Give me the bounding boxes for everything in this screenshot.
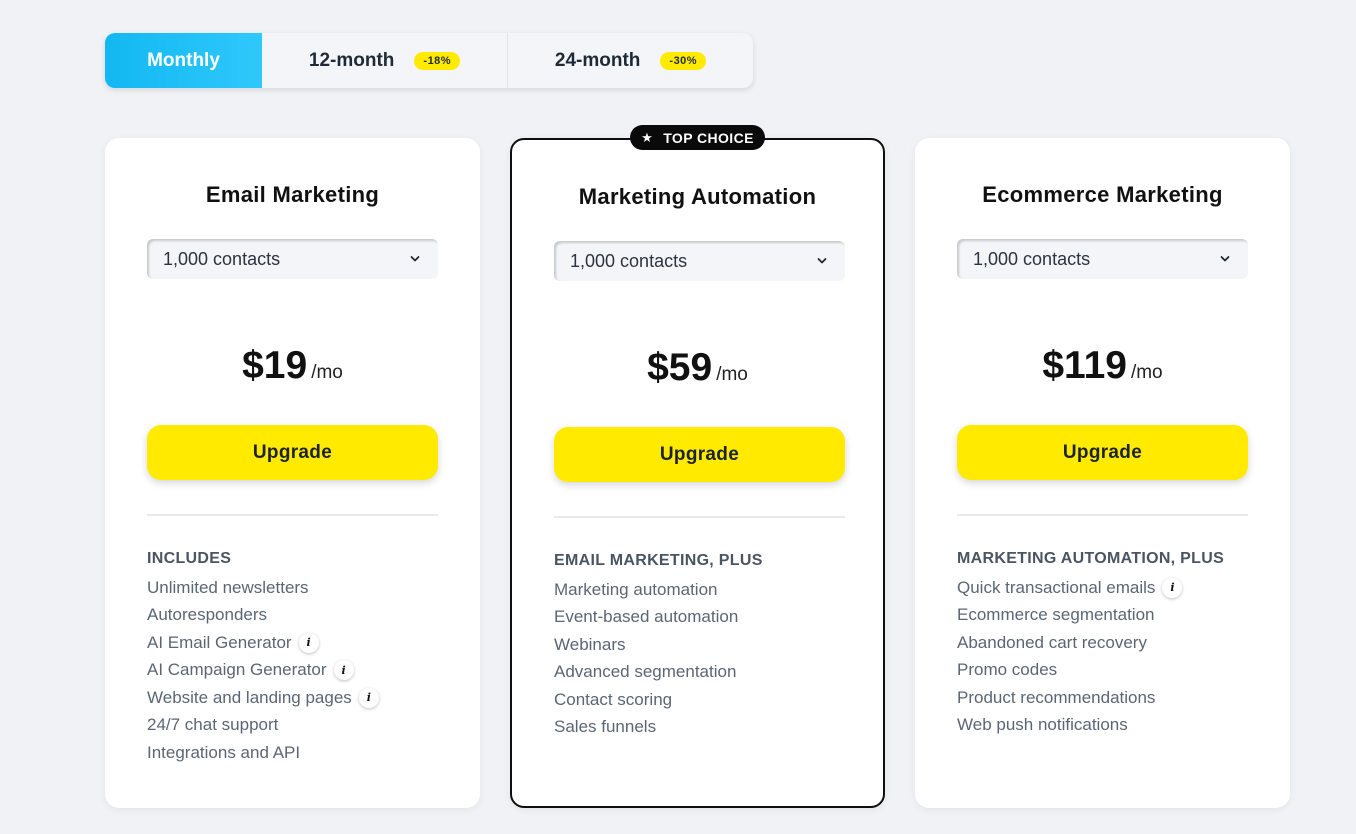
feature-item: Product recommendations bbox=[957, 684, 1182, 712]
feature-item: Ecommerce segmentation bbox=[957, 602, 1182, 630]
price-amount: $119 bbox=[1042, 344, 1127, 387]
billing-option-label: 24-month bbox=[554, 49, 641, 71]
feature-label: AI Email Generator bbox=[147, 632, 292, 652]
feature-label: Autoresponders bbox=[147, 605, 268, 625]
billing-option-12-month[interactable]: 12-month -18% bbox=[262, 33, 508, 88]
feature-label: Ecommerce segmentation bbox=[957, 605, 1155, 625]
features-heading: EMAIL MARKETING, PLUS bbox=[554, 552, 763, 569]
feature-label: Contact scoring bbox=[554, 689, 673, 709]
features-heading: MARKETING AUTOMATION, PLUS bbox=[957, 550, 1225, 567]
contacts-select[interactable]: 1,000 contacts bbox=[554, 241, 845, 281]
contacts-select-value: 1,000 contacts bbox=[570, 250, 688, 271]
feature-label: Abandoned cart recovery bbox=[957, 632, 1147, 652]
contacts-select-value: 1,000 contacts bbox=[973, 248, 1091, 269]
plan-title: Marketing Automation bbox=[578, 184, 817, 209]
plan-title: Ecommerce Marketing bbox=[982, 182, 1223, 207]
plan-card-marketing-automation: Marketing Automation 1,000 contacts $59/… bbox=[510, 138, 885, 808]
plan-price: $59/mo bbox=[512, 346, 883, 390]
features-heading: INCLUDES bbox=[147, 550, 232, 567]
info-icon[interactable]: i bbox=[1162, 577, 1183, 598]
feature-label: Product recommendations bbox=[957, 687, 1156, 707]
feature-item: Promo codes bbox=[957, 657, 1182, 685]
feature-item: Quick transactional emails i bbox=[957, 574, 1183, 602]
price-period: /mo bbox=[311, 362, 343, 383]
feature-item: Marketing automation bbox=[554, 576, 738, 604]
billing-option-label: Monthly bbox=[147, 49, 220, 71]
feature-list: Unlimited newsletters Autoresponders AI … bbox=[147, 574, 379, 767]
info-icon[interactable]: i bbox=[298, 632, 319, 653]
price-period: /mo bbox=[716, 364, 748, 385]
feature-label: Website and landing pages bbox=[147, 687, 352, 707]
feature-item: Website and landing pages i bbox=[147, 684, 379, 712]
info-icon[interactable]: i bbox=[358, 687, 379, 708]
feature-item: AI Campaign Generator i bbox=[147, 657, 379, 685]
feature-label: 24/7 chat support bbox=[147, 715, 279, 735]
feature-label: Marketing automation bbox=[554, 579, 718, 599]
price-amount: $59 bbox=[647, 346, 713, 389]
contacts-select[interactable]: 1,000 contacts bbox=[147, 239, 438, 279]
upgrade-button[interactable]: Upgrade bbox=[957, 425, 1248, 480]
plan-card-email-marketing: Email Marketing 1,000 contacts $19/mo Up… bbox=[105, 138, 480, 808]
feature-label: Event-based automation bbox=[554, 607, 739, 627]
plan-card-ecommerce-marketing: Ecommerce Marketing 1,000 contacts $119/… bbox=[915, 138, 1290, 808]
plan-price: $19/mo bbox=[105, 344, 480, 388]
feature-item: Advanced segmentation bbox=[554, 659, 738, 687]
billing-period-toggle: Monthly 12-month -18% 24-month -30% bbox=[105, 33, 753, 88]
feature-label: Advanced segmentation bbox=[554, 662, 737, 682]
divider bbox=[957, 514, 1248, 516]
feature-item: Sales funnels bbox=[554, 714, 738, 742]
divider bbox=[554, 516, 845, 518]
feature-list: Quick transactional emails i Ecommerce se… bbox=[957, 574, 1183, 740]
price-period: /mo bbox=[1130, 362, 1163, 383]
chevron-down-icon bbox=[817, 258, 827, 264]
feature-label: Promo codes bbox=[957, 660, 1058, 680]
plan-title: Email Marketing bbox=[205, 182, 380, 207]
upgrade-button[interactable]: Upgrade bbox=[147, 425, 438, 480]
billing-option-monthly[interactable]: Monthly bbox=[105, 33, 262, 88]
feature-item: Contact scoring bbox=[554, 686, 738, 714]
feature-item: 24/7 chat support bbox=[147, 712, 379, 740]
discount-badge: -30% bbox=[660, 51, 707, 70]
billing-option-label: 12-month bbox=[308, 49, 395, 71]
upgrade-button[interactable]: Upgrade bbox=[554, 427, 845, 482]
discount-badge: -18% bbox=[414, 51, 461, 70]
feature-label: Integrations and API bbox=[147, 742, 301, 762]
feature-list: Marketing automation Event-based automat… bbox=[554, 576, 738, 741]
feature-label: Sales funnels bbox=[554, 717, 657, 737]
billing-option-24-month[interactable]: 24-month -30% bbox=[508, 33, 753, 88]
feature-label: AI Campaign Generator bbox=[147, 660, 327, 680]
info-icon[interactable]: i bbox=[333, 660, 354, 681]
plan-price: $119/mo bbox=[915, 344, 1290, 388]
star-icon: ★ bbox=[641, 129, 654, 145]
feature-item: Webinars bbox=[554, 631, 738, 659]
feature-item: Event-based automation bbox=[554, 604, 738, 632]
feature-item: Autoresponders bbox=[147, 602, 379, 630]
price-amount: $19 bbox=[242, 344, 308, 387]
feature-label: Webinars bbox=[554, 634, 626, 654]
chevron-down-icon bbox=[1220, 256, 1230, 262]
feature-item: Integrations and API bbox=[147, 739, 379, 767]
feature-label: Web push notifications bbox=[957, 715, 1128, 735]
contacts-select-value: 1,000 contacts bbox=[163, 248, 281, 269]
top-choice-badge: ★ TOP CHOICE bbox=[630, 125, 765, 150]
feature-item: Abandoned cart recovery bbox=[957, 629, 1182, 657]
feature-item: Web push notifications bbox=[957, 712, 1182, 740]
feature-label: Quick transactional emails bbox=[957, 577, 1156, 597]
top-choice-label: TOP CHOICE bbox=[663, 129, 754, 146]
chevron-down-icon bbox=[410, 256, 420, 262]
feature-label: Unlimited newsletters bbox=[147, 577, 309, 597]
divider bbox=[147, 514, 438, 516]
feature-item: Unlimited newsletters bbox=[147, 574, 379, 602]
feature-item: AI Email Generator i bbox=[147, 629, 379, 657]
contacts-select[interactable]: 1,000 contacts bbox=[957, 239, 1248, 279]
